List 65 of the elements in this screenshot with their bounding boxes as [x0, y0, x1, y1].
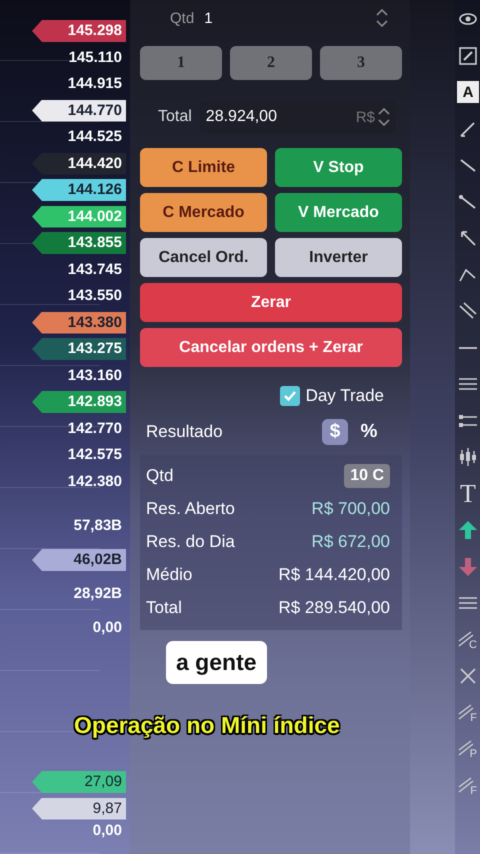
price-label: 57,83B [74, 516, 123, 536]
unit-toggle[interactable]: % [356, 419, 382, 445]
position-label: Res. Aberto [146, 498, 235, 518]
price-tag: 27,09 [32, 771, 126, 793]
price-label: 142.770 [68, 418, 123, 438]
order-button[interactable]: C Limite [140, 148, 267, 187]
quantity-preset-button[interactable]: 2 [230, 46, 312, 80]
order-button[interactable]: V Mercado [275, 193, 402, 232]
order-button[interactable]: Cancel Ord. [140, 238, 267, 277]
total-label: Total [158, 108, 192, 126]
price-label: 0,00 [92, 618, 123, 638]
result-label: Resultado [146, 422, 223, 442]
price-label: 142.380 [68, 472, 123, 492]
quantity-label: Qtd [170, 10, 194, 26]
price-label: 144.915 [68, 74, 123, 94]
caption-label: a gente [166, 641, 267, 684]
price-tag: 144.420 [32, 152, 126, 174]
price-tag: 143.380 [32, 312, 126, 334]
price-tag: 144.002 [32, 206, 126, 228]
price-label: 145.110 [68, 48, 123, 68]
up-arrow-icon[interactable] [457, 519, 479, 541]
unit-toggle[interactable]: $ [322, 419, 348, 445]
price-tag: 46,02B [32, 549, 126, 571]
price-tag: 9,87 [32, 798, 126, 820]
position-value: R$ 289.540,00 [278, 598, 390, 618]
order-button[interactable]: Zerar [140, 283, 402, 322]
position-value: R$ 144.420,00 [278, 564, 390, 584]
text-tool-icon[interactable]: A [457, 81, 479, 103]
candlestick-icon[interactable] [457, 446, 479, 468]
position-value: R$ 672,00 [312, 532, 390, 552]
text-tool-icon[interactable]: T [457, 482, 479, 504]
price-label: 143.550 [68, 286, 123, 306]
day-trade-label: Day Trade [306, 386, 384, 406]
position-label: Total [146, 598, 182, 618]
order-button[interactable]: V Stop [275, 148, 402, 187]
price-label: 143.745 [68, 260, 123, 280]
price-tag: 145.298 [32, 20, 126, 42]
spinner-icon[interactable] [376, 7, 388, 29]
position-label: Res. do Dia [146, 532, 235, 552]
quantity-preset-button[interactable]: 3 [320, 46, 402, 80]
price-tag: 144.126 [32, 179, 126, 201]
position-value: R$ 700,00 [312, 498, 390, 518]
price-tag: 143.275 [32, 338, 126, 360]
order-button[interactable]: Inverter [275, 238, 402, 277]
price-label: 143.160 [68, 366, 123, 386]
quantity-value[interactable]: 1 [204, 10, 213, 26]
order-button[interactable]: Cancelar ordens + Zerar [140, 328, 402, 367]
price-tag: 142.893 [32, 391, 126, 413]
quantity-preset-button[interactable]: 1 [140, 46, 222, 80]
price-label: 142.575 [68, 445, 123, 465]
position-label: Médio [146, 564, 192, 584]
order-button[interactable]: C Mercado [140, 193, 267, 232]
price-label: 28,92B [74, 584, 123, 604]
subtitle: Operação no Míni índice [74, 712, 340, 739]
price-label: 0,00 [92, 822, 123, 840]
quantity-badge: 10 C [344, 464, 390, 488]
price-tag: 144.770 [32, 100, 126, 122]
price-tag: 143.855 [32, 232, 126, 254]
position-label: Qtd [146, 466, 174, 486]
pencil-icon[interactable] [457, 44, 479, 66]
price-label: 144.525 [68, 127, 123, 147]
checkbox[interactable] [280, 386, 300, 406]
spinner-icon[interactable] [378, 106, 390, 128]
checkmark-icon [282, 390, 297, 402]
total-field[interactable]: 28.924,00 R$ [200, 101, 396, 133]
